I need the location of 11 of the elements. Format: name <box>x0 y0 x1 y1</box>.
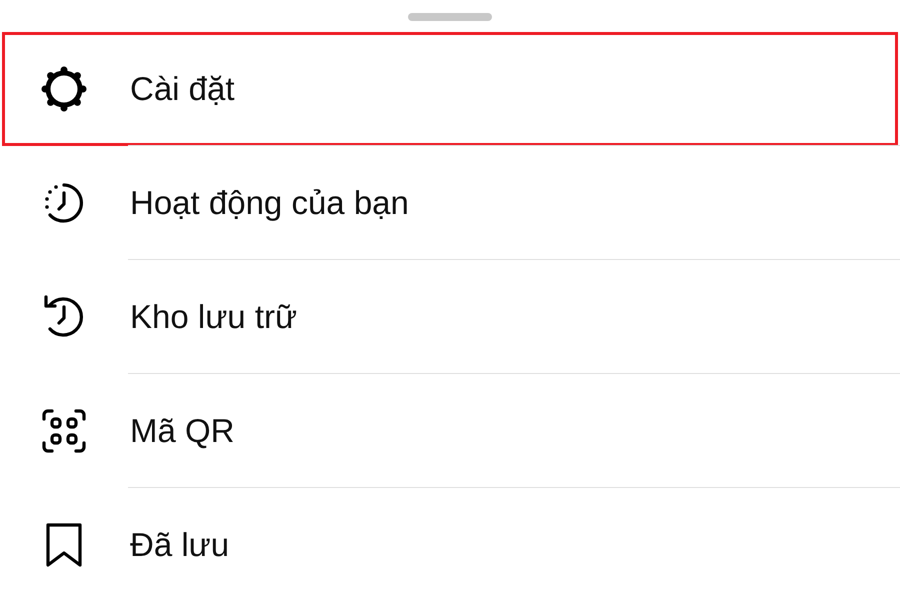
drag-handle[interactable] <box>408 13 492 21</box>
menu-item[interactable]: Kho lưu trữ <box>0 260 900 374</box>
menu-item[interactable]: Mã QR <box>0 374 900 488</box>
menu-item[interactable]: Cài đặt <box>0 32 900 146</box>
menu-label: Kho lưu trữ <box>130 298 298 336</box>
menu-item[interactable]: Đã lưu <box>0 488 900 600</box>
menu-label: Đã lưu <box>130 526 230 564</box>
menu-item[interactable]: Hoạt động của bạn <box>0 146 900 260</box>
menu-label: Hoạt động của bạn <box>130 184 409 222</box>
menu-label: Mã QR <box>130 412 235 450</box>
menu-label: Cài đặt <box>130 70 235 108</box>
